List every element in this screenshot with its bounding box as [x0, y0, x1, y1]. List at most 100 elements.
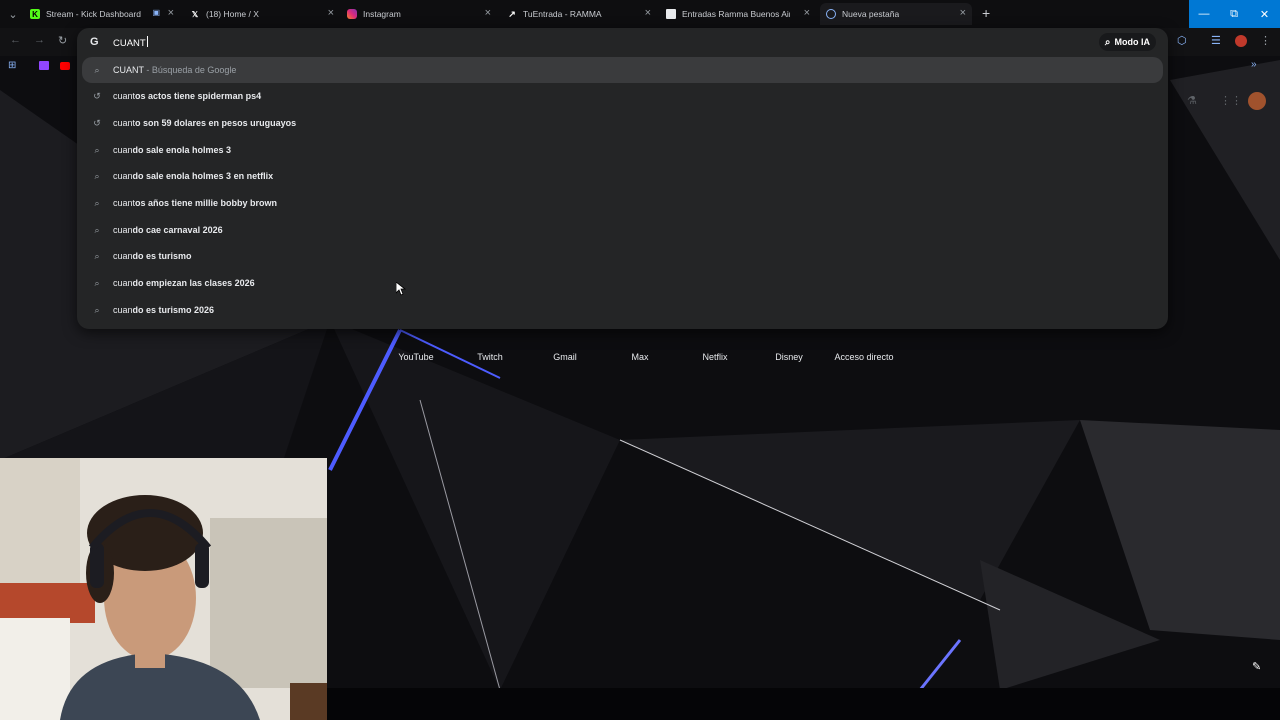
close-icon[interactable]: × [645, 7, 651, 19]
suggestion-typed: cuant [113, 91, 136, 101]
suggestion-rest: do empiezan las clases 2026 [132, 278, 255, 288]
suggestion-typed: cuan [113, 171, 133, 181]
modo-ia-button[interactable]: ⌕ Modo IA [1098, 33, 1156, 51]
tab-title: Instagram [363, 9, 401, 19]
minimize-button[interactable]: — [1189, 0, 1219, 28]
kick-icon: K [30, 9, 40, 19]
profile-avatar[interactable] [1235, 35, 1247, 47]
suggestion-row[interactable]: ⌕ cuando cae carnaval 2026 [77, 217, 1168, 243]
chrome-icon [826, 9, 836, 19]
suggestion-typed: cuan [113, 305, 133, 315]
extensions-icon[interactable]: ⬡ [1177, 34, 1187, 47]
suggestion-rest: os actos tiene spiderman ps4 [135, 91, 262, 101]
suggestion-row[interactable]: ↺ cuantos actos tiene spiderman ps4 [77, 83, 1168, 109]
suggestion-row[interactable]: ↺ cuanto son 59 dolares en pesos uruguay… [77, 110, 1168, 136]
modo-ia-label: Modo IA [1114, 37, 1151, 47]
google-icon: G [90, 36, 99, 48]
suggestion-row[interactable]: ⌕ cuando sale enola holmes 3 en netflix [77, 163, 1168, 189]
labs-icon[interactable]: ⚗ [1187, 94, 1197, 107]
ramma-icon [666, 9, 676, 19]
search-icon: ⌕ [94, 250, 100, 261]
tab-kick-dashboard[interactable]: K Stream - Kick Dashboard ▣ × [30, 3, 180, 25]
close-icon[interactable]: × [960, 7, 966, 19]
cast-icon: ▣ [152, 8, 160, 17]
close-window-button[interactable]: ✕ [1249, 0, 1280, 28]
suggestion-typed: cuan [113, 145, 133, 155]
suggestion-row[interactable]: ⌕ cuantos años tiene millie bobby brown [77, 190, 1168, 216]
suggestion-row[interactable]: ⌕ CUANT - Búsqueda de Google [82, 57, 1163, 83]
restore-button[interactable]: ⧉ [1219, 0, 1249, 28]
tab-strip: ⌄ K Stream - Kick Dashboard ▣ × 𝕏 (18) H… [0, 0, 1280, 28]
close-icon[interactable]: × [804, 7, 810, 19]
suggestion-sub: - Búsqueda de Google [143, 65, 237, 75]
close-icon[interactable]: × [328, 7, 334, 19]
tab-instagram[interactable]: Instagram × [347, 3, 497, 25]
omnibox-dropdown: G CUANT ⌕ Modo IA ⌕ CUANT - Búsqueda de G… [77, 28, 1168, 329]
shortcut-label: Gmail [553, 352, 577, 362]
suggestion-row[interactable]: ⌕ cuando sale enola holmes 3 [77, 137, 1168, 163]
tab-x-home[interactable]: 𝕏 (18) Home / X × [190, 3, 340, 25]
shortcut-max[interactable]: Max [610, 352, 670, 362]
history-icon: ↺ [93, 117, 101, 128]
customize-pencil-icon[interactable]: ✎ [1252, 660, 1261, 673]
shortcut-netflix[interactable]: Netflix [685, 352, 745, 362]
menu-icon[interactable]: ⋮ [1260, 34, 1271, 47]
webcam-overlay [0, 458, 327, 720]
tuentrada-icon: ↗ [508, 8, 516, 19]
close-icon[interactable]: × [485, 7, 491, 19]
suggestion-typed: cuant [113, 198, 136, 208]
youtube-icon[interactable] [60, 62, 70, 70]
suggestion-rest: do sale enola holmes 3 en netflix [132, 171, 274, 181]
twitch-icon[interactable] [39, 61, 49, 70]
back-button[interactable]: ← [10, 34, 21, 46]
tab-nueva-pestana[interactable]: Nueva pestaña × [820, 3, 972, 25]
suggestion-row[interactable]: ⌕ cuando es turismo 2026 [77, 297, 1168, 323]
shortcut-gmail[interactable]: Gmail [535, 352, 595, 362]
apps-icon[interactable]: ⊞ [8, 60, 16, 71]
shortcut-label: Acceso directo [834, 352, 894, 362]
ai-sparkle-icon: ⌕ [1104, 36, 1111, 48]
address-bar[interactable]: G CUANT ⌕ Modo IA [77, 28, 1168, 56]
address-input-value: CUANT [113, 38, 146, 49]
webcam-feed-image [0, 458, 327, 720]
suggestion-rest: do es turismo 2026 [132, 305, 215, 315]
shortcut-add[interactable]: Acceso directo [829, 352, 899, 362]
shortcut-label: YouTube [398, 352, 434, 362]
search-icon: ⌕ [94, 277, 100, 288]
suggestion-typed: cuan [113, 225, 133, 235]
shortcut-twitch[interactable]: Twitch [460, 352, 520, 362]
close-icon[interactable]: × [168, 7, 174, 19]
shortcut-youtube[interactable]: YouTube [386, 352, 446, 362]
tab-tuentrada[interactable]: ↗ TuEntrada - RAMMA × [507, 3, 657, 25]
x-icon: 𝕏 [191, 9, 199, 19]
suggestion-typed: cuan [113, 251, 133, 261]
search-icon: ⌕ [94, 304, 100, 315]
mouse-cursor-icon [396, 282, 406, 296]
shortcut-label: Netflix [702, 352, 728, 362]
address-input[interactable]: CUANT [113, 36, 148, 49]
search-icon: ⌕ [94, 224, 100, 235]
suggestion-rest: o son 59 dolares en pesos uruguayos [135, 118, 297, 128]
search-icon: ⌕ [94, 170, 100, 181]
new-tab-button[interactable]: + [982, 5, 990, 21]
suggestion-row[interactable]: ⌕ cuando es turismo [77, 243, 1168, 269]
account-avatar[interactable] [1248, 92, 1266, 110]
shortcut-disney[interactable]: Disney [759, 352, 819, 362]
suggestion-row[interactable]: ⌕ cuando empiezan las clases 2026 [77, 270, 1168, 296]
forward-button[interactable]: → [34, 34, 45, 46]
search-icon: ⌕ [94, 64, 100, 75]
shortcut-label: Disney [775, 352, 803, 362]
tab-search-icon[interactable]: ⌄ [0, 0, 26, 28]
apps-grid-icon[interactable]: ⋮⋮ [1220, 94, 1242, 107]
suggestion-rest: do sale enola holmes 3 [132, 145, 232, 155]
sidepanel-icon[interactable]: ☰ [1211, 34, 1221, 47]
tab-title: Entradas Ramma Buenos Aires [682, 9, 790, 19]
suggestion-rest: do cae carnaval 2026 [132, 225, 223, 235]
tab-title: Nueva pestaña [842, 9, 900, 19]
suggestion-typed: cuant [113, 118, 136, 128]
more-bookmarks-icon[interactable]: » [1251, 59, 1257, 70]
shortcut-label: Twitch [477, 352, 503, 362]
reload-button[interactable]: ↻ [58, 34, 67, 47]
tab-entradas-ramma[interactable]: Entradas Ramma Buenos Aires × [666, 3, 816, 25]
tab-title: (18) Home / X [206, 9, 259, 19]
